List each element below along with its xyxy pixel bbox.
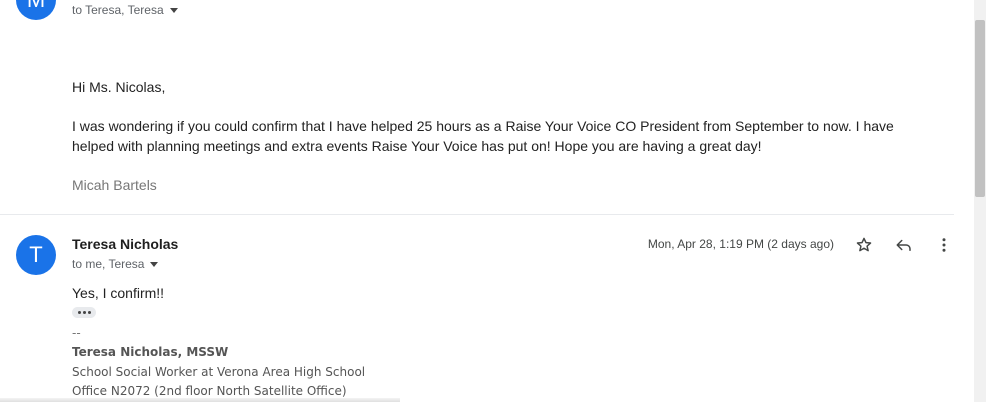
- chevron-down-icon: [169, 8, 178, 13]
- show-trimmed-content-button[interactable]: [72, 307, 96, 318]
- more-vert-icon[interactable]: [932, 233, 956, 257]
- recipients-text: to Teresa, Teresa: [72, 3, 164, 17]
- message-greeting: Hi Ms. Nicolas,: [72, 79, 166, 95]
- dot-icon: [77, 311, 81, 314]
- dot-icon: [87, 311, 91, 314]
- reply-body: Yes, I confirm!!: [72, 285, 165, 301]
- message-signature: Micah Bartels: [72, 177, 157, 193]
- message-body: I was wondering if you could confirm tha…: [72, 118, 894, 154]
- recipients-toggle[interactable]: to me, Teresa: [72, 257, 159, 271]
- signature-separator: --: [72, 326, 81, 340]
- sender-avatar-micah[interactable]: M: [16, 0, 56, 20]
- recipients-toggle[interactable]: to Teresa, Teresa: [72, 3, 178, 17]
- chevron-down-icon: [150, 262, 159, 267]
- reply-icon[interactable]: [892, 233, 916, 257]
- signature-line-office: Office N2072 (2nd floor North Satellite …: [72, 384, 347, 398]
- signature-line-title: School Social Worker at Verona Area High…: [72, 365, 366, 379]
- message-divider: [0, 214, 954, 215]
- star-icon[interactable]: [852, 233, 876, 257]
- sender-name[interactable]: Teresa Nicholas: [72, 236, 178, 252]
- recipients-text: to me, Teresa: [72, 257, 145, 271]
- bottom-shadow: [0, 398, 400, 402]
- message-date: Mon, Apr 28, 1:19 PM (2 days ago): [647, 237, 834, 251]
- signature-name: Teresa Nicholas, MSSW: [72, 345, 229, 359]
- dot-icon: [82, 311, 86, 314]
- sender-avatar-teresa[interactable]: T: [16, 235, 56, 275]
- scrollbar-thumb[interactable]: [975, 20, 985, 197]
